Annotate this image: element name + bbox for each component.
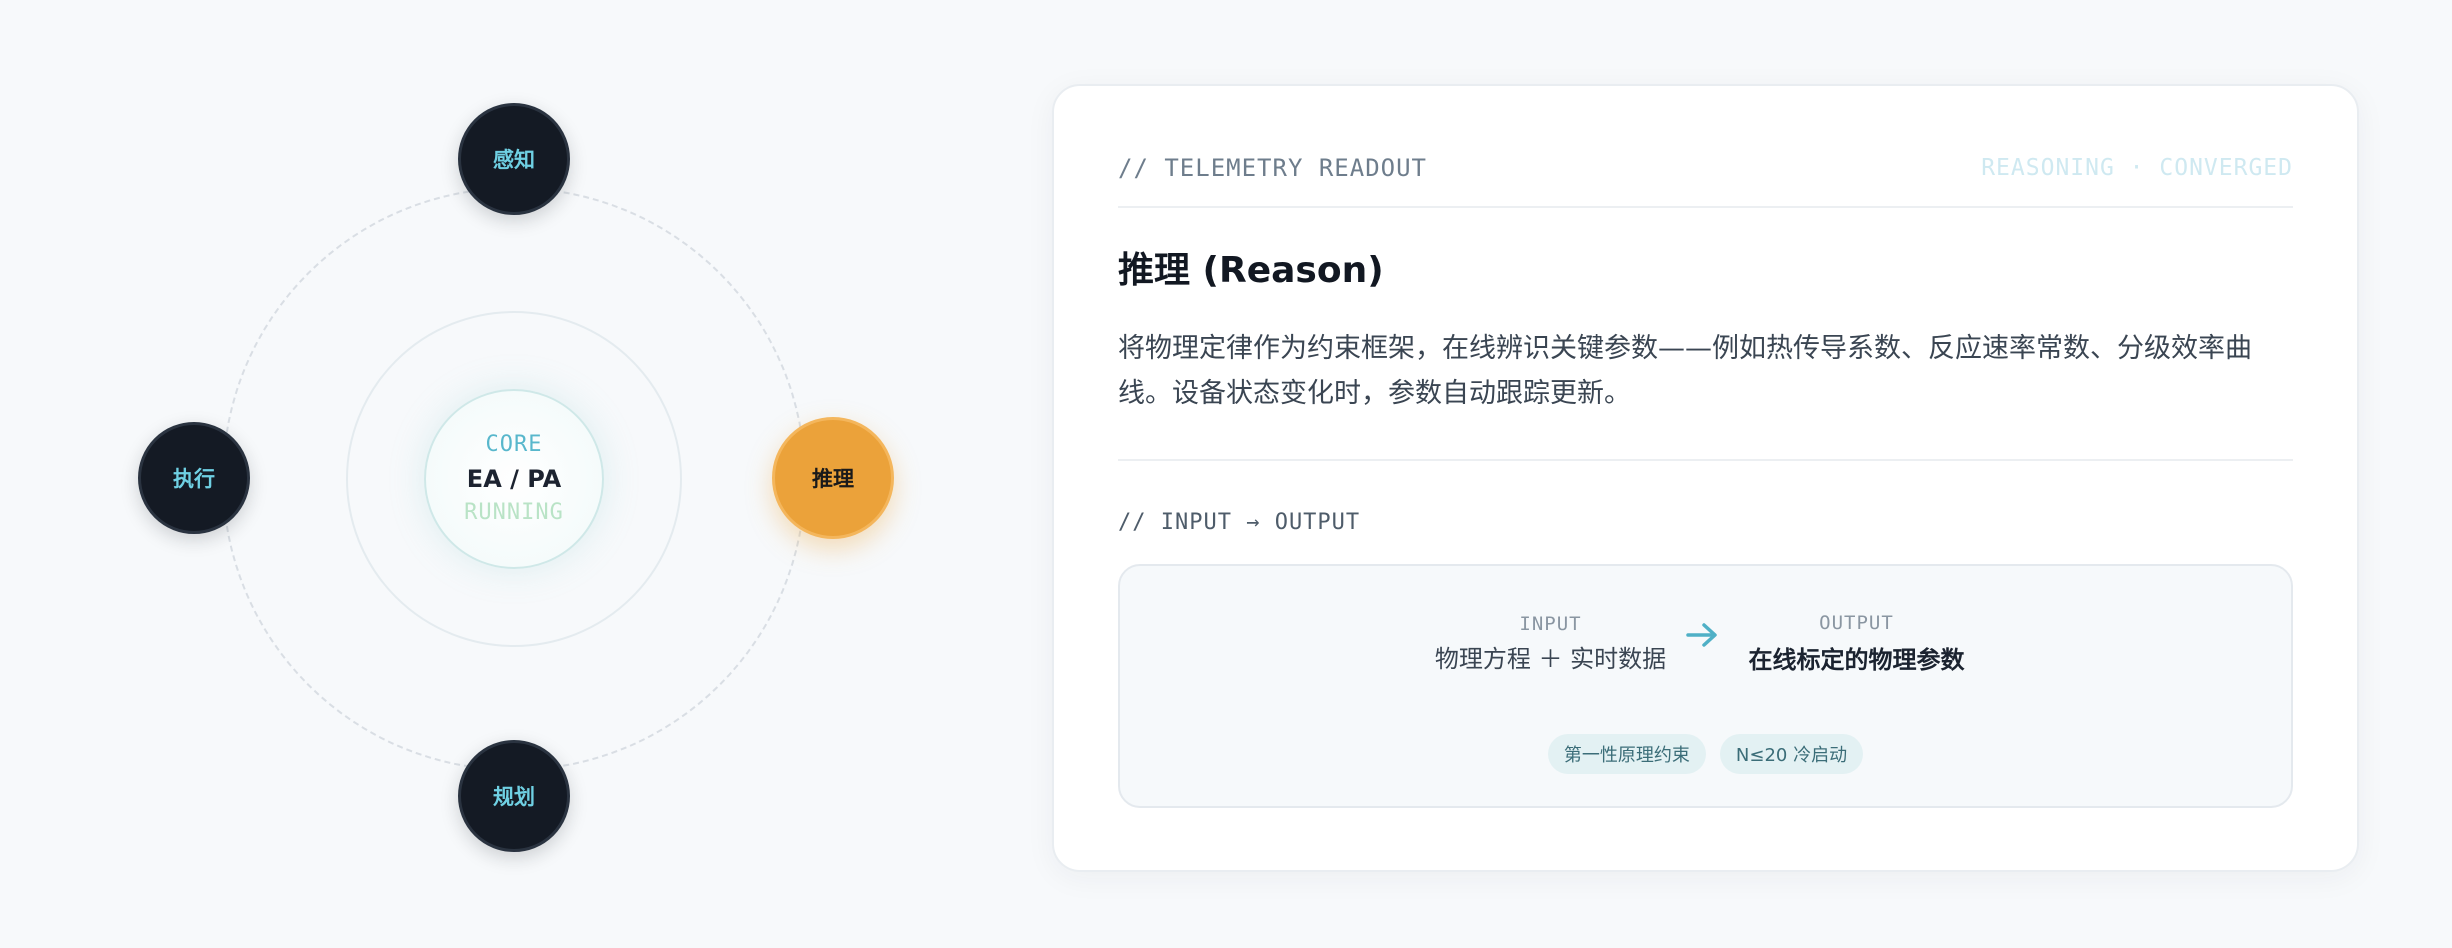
card-header: // TELEMETRY READOUT REASONING · CONVERG… bbox=[1118, 146, 2293, 190]
core-readout: CORE EA / PA RUNNING bbox=[424, 389, 604, 569]
card-title: 推理 (Reason) bbox=[1118, 250, 1384, 291]
orbit-diagram: CORE EA / PA RUNNING 感知 执行 规划 推理 bbox=[0, 0, 1030, 948]
node-perceive[interactable]: 感知 bbox=[458, 103, 570, 215]
input-value: 物理方程 ＋ 实时数据 bbox=[1434, 645, 1667, 673]
card-eyebrow: // TELEMETRY READOUT bbox=[1118, 154, 1427, 182]
io-panel: INPUT 物理方程 ＋ 实时数据 OUTPUT 在线标定的物理参数 第一性原理… bbox=[1118, 564, 2293, 808]
output-value: 在线标定的物理参数 bbox=[1748, 646, 1965, 674]
arrow-right-icon bbox=[1667, 621, 1737, 649]
io-heading: // INPUT → OUTPUT bbox=[1118, 510, 1361, 535]
core-status: RUNNING bbox=[464, 500, 564, 525]
tag-first-principles: 第一性原理约束 bbox=[1547, 734, 1706, 774]
status-badge: REASONING · CONVERGED bbox=[1981, 155, 2293, 181]
tag-cold-start: N≤20 冷启动 bbox=[1719, 734, 1864, 774]
output-column: OUTPUT 在线标定的物理参数 bbox=[1737, 608, 1977, 677]
node-plan[interactable]: 规划 bbox=[458, 740, 570, 852]
page: CORE EA / PA RUNNING 感知 执行 规划 推理 // TELE… bbox=[0, 0, 2452, 948]
io-flow: INPUT 物理方程 ＋ 实时数据 OUTPUT 在线标定的物理参数 bbox=[1120, 608, 2291, 677]
input-label: INPUT bbox=[1519, 613, 1582, 635]
tag-list: 第一性原理约束 N≤20 冷启动 bbox=[1120, 734, 2291, 774]
node-reason-active[interactable]: 推理 bbox=[772, 417, 894, 539]
telemetry-card: // TELEMETRY READOUT REASONING · CONVERG… bbox=[1052, 84, 2359, 872]
header-divider bbox=[1118, 206, 2293, 208]
core-name: EA / PA bbox=[466, 465, 562, 493]
output-label: OUTPUT bbox=[1819, 612, 1894, 634]
card-description: 将物理定律作为约束框架，在线辨识关键参数——例如热传导系数、反应速率常数、分级效… bbox=[1118, 333, 2252, 409]
node-execute[interactable]: 执行 bbox=[138, 422, 250, 534]
core-label: CORE bbox=[485, 432, 543, 457]
section-divider bbox=[1118, 459, 2293, 461]
input-column: INPUT 物理方程 ＋ 实时数据 bbox=[1435, 609, 1667, 676]
